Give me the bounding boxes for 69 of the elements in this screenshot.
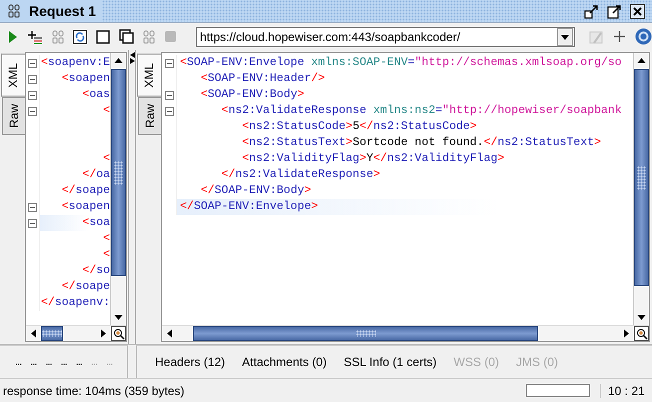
fold-toggle[interactable] — [28, 202, 37, 212]
code-line: </ns2:ValidateResponse> — [220, 167, 382, 183]
refresh-icon[interactable] — [73, 30, 87, 44]
help-icon[interactable] — [635, 28, 652, 45]
code-line: <SOAP-ENV:Envelope xmlns:SOAP-ENV="http://schemas.xmlsoap.org/so — [179, 55, 623, 71]
code-line: <ns2:ValidityFlag>Y</ns2:ValidityFlag> — [241, 151, 506, 167]
editor-tab[interactable]: XML — [1, 54, 25, 97]
code-line: </oa — [81, 167, 110, 183]
plus-icon[interactable] — [613, 30, 626, 43]
copy-icon[interactable] — [119, 29, 134, 44]
plus-list-icon[interactable] — [27, 30, 43, 44]
scroll-thumb[interactable] — [111, 69, 126, 276]
fold-toggle[interactable] — [28, 106, 37, 116]
close-icon[interactable] — [630, 4, 645, 18]
code-line: <soapen — [60, 199, 110, 215]
code-line: < — [102, 151, 110, 167]
code-line: <SOAP-ENV:Body> — [200, 87, 306, 103]
code-line: <ns2:ValidateResponse xmlns:ns2="http://hopewiser/soapbank — [220, 103, 623, 119]
inspector-tab[interactable]: SSL Info (1 certs) — [344, 355, 437, 369]
editor-tab[interactable]: Raw — [2, 96, 25, 135]
square-icon[interactable] — [96, 30, 110, 44]
code-line: <oas — [81, 87, 110, 103]
code-line: </so — [81, 263, 110, 279]
progress-box — [526, 384, 590, 397]
code-line: <soapenv:E — [40, 55, 110, 71]
float-icon[interactable] — [607, 4, 622, 18]
code-line: < — [102, 231, 110, 247]
inspector-tab[interactable]: Headers (12) — [155, 355, 226, 369]
fold-toggle[interactable] — [164, 58, 174, 68]
fold-toggle[interactable] — [28, 218, 37, 228]
logo-icon — [8, 4, 20, 18]
fold-toggle[interactable] — [28, 74, 37, 84]
inspector-tab[interactable]: Attachments (0) — [242, 355, 327, 369]
fold-toggle[interactable] — [164, 90, 174, 100]
code-line: <SOAP-ENV:Header/> — [200, 71, 326, 87]
status-text: response time: 104ms (359 bytes) — [3, 384, 186, 398]
scroll-thumb[interactable] — [193, 326, 538, 341]
cursor-position: 10 : 21 — [600, 384, 652, 398]
detach-icon[interactable] — [584, 4, 599, 18]
fold-toggle[interactable] — [164, 106, 174, 116]
code-line: </soapenv: — [40, 295, 110, 311]
fold-toggle[interactable] — [28, 90, 37, 100]
zoom-icon[interactable] — [634, 326, 649, 341]
editor-tab[interactable]: XML — [137, 54, 161, 97]
inspector-tab[interactable]: ... — [60, 356, 67, 368]
endpoint-dropdown[interactable]: https://cloud.hopewiser.com:443/soapbankcoder/ — [196, 26, 575, 46]
code-line: < — [102, 103, 110, 119]
scroll-thumb[interactable] — [41, 326, 63, 341]
code-line: </SOAP-ENV:Body> — [200, 183, 312, 199]
vertical-scrollbar[interactable] — [110, 53, 126, 325]
inspector-tab[interactable]: ... — [45, 356, 52, 368]
scroll-thumb[interactable] — [634, 69, 649, 286]
code-line: < — [102, 247, 110, 263]
inspector-tab[interactable]: ... — [76, 356, 82, 368]
fold-toggle[interactable] — [28, 58, 37, 68]
inspector-tab[interactable]: ... — [30, 356, 36, 368]
vertical-scrollbar[interactable] — [633, 53, 649, 325]
code-line: </soape — [60, 183, 110, 199]
run-icon[interactable] — [8, 30, 18, 44]
code-line: <ns2:StatusCode>5</ns2:StatusCode> — [241, 119, 478, 135]
window-title: Request 1 — [29, 3, 96, 19]
code-line: <ns2:StatusText>Sortcode not found.</ns2:StatusText> — [241, 135, 602, 151]
horizontal-scrollbar[interactable] — [26, 326, 112, 341]
horizontal-scrollbar[interactable] — [162, 326, 634, 341]
zoom-icon[interactable] — [111, 326, 126, 341]
editor-tab[interactable]: Raw — [138, 96, 161, 135]
code-line: </soape — [60, 279, 110, 295]
code-line: <soapen — [60, 71, 110, 87]
inspector-tab[interactable]: ... — [15, 356, 22, 368]
